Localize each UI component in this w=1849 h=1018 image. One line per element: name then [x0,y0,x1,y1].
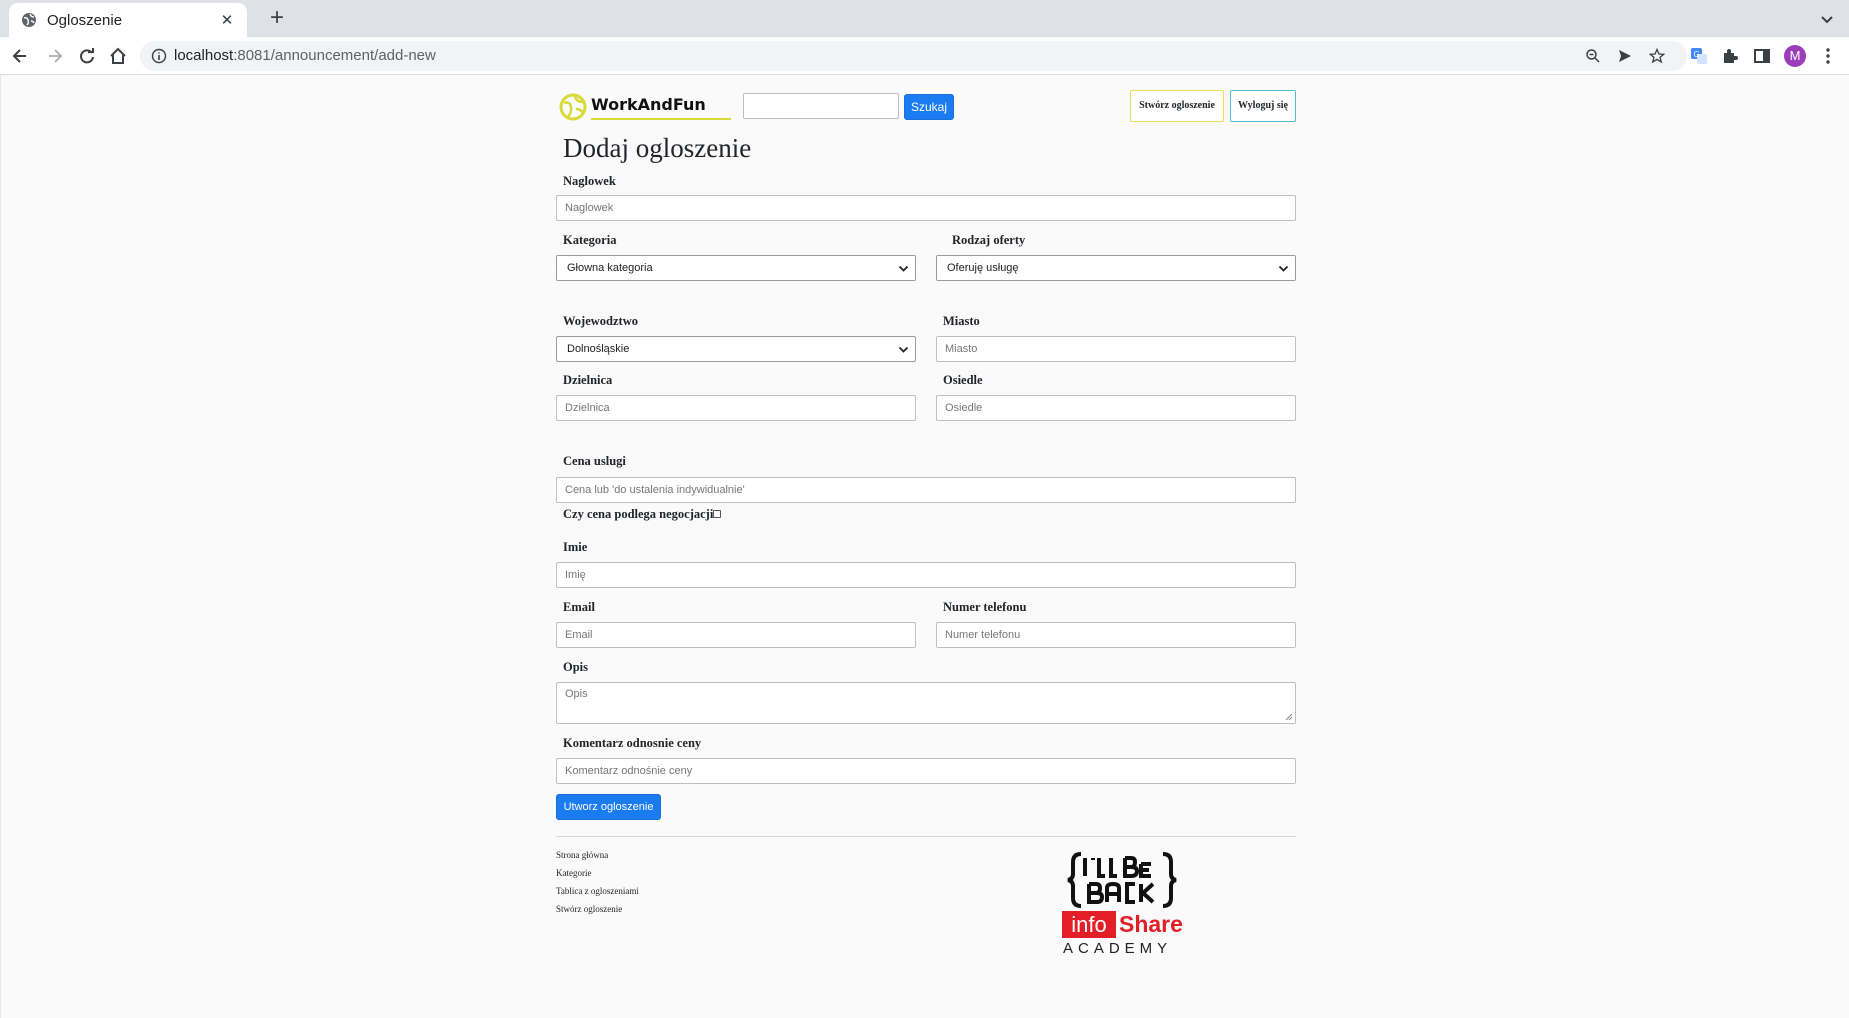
resize-grip-icon[interactable] [1285,713,1293,721]
ill-be-back-logo [1067,852,1177,908]
close-tab-icon[interactable]: ✕ [219,11,235,29]
create-announcement-button[interactable]: Stwórz ogloszenie [1130,90,1224,122]
star-icon[interactable] [1649,48,1665,64]
email-label: Email [563,600,595,614]
price-input[interactable]: Cena lub 'do ustalenia indywidualnie' [556,477,1296,503]
logo-underline [591,118,731,120]
site-info-icon[interactable] [151,48,167,64]
estate-input[interactable]: Osiedle [936,395,1296,421]
voivodeship-label: Wojewodztwo [563,314,638,328]
infoshare-share-text: Share [1119,911,1183,937]
offer-type-select[interactable]: Oferuję usługę [936,255,1296,281]
side-panel-icon[interactable] [1752,46,1772,66]
footer-link-categories[interactable]: Kategorie [556,868,591,878]
headline-label: Naglowek [563,174,616,188]
address-bar[interactable]: localhost:8081/announcement/add-new [140,41,1687,71]
reload-icon[interactable] [77,46,97,66]
chevron-down-icon [898,265,909,272]
globe-icon [22,13,36,27]
infoshare-academy-text: ACADEMY [1063,940,1173,957]
category-label: Kategoria [563,233,617,247]
price-label: Cena uslugi [563,454,626,468]
phone-input[interactable]: Numer telefonu [936,622,1296,648]
home-icon[interactable] [108,46,128,66]
category-selected: Głowna kategoria [567,262,653,274]
new-tab-icon[interactable]: + [263,5,291,33]
infoshare-academy-logo: info Share ACADEMY [1062,911,1192,963]
price-comment-input[interactable]: Komentarz odnośnie ceny [556,758,1296,784]
search-button[interactable]: Szukaj [904,94,954,120]
submit-announcement-button[interactable]: Utworz ogloszenie [556,794,661,820]
email-input[interactable]: Email [556,622,916,648]
zoom-icon[interactable] [1585,48,1601,64]
district-label: Dzielnica [563,373,613,387]
phone-label: Numer telefonu [943,600,1027,614]
url-text: localhost:8081/announcement/add-new [174,47,436,64]
headline-input[interactable]: Naglowek [556,195,1296,221]
logo-text: WorkAndFun [591,95,706,114]
estate-label: Osiedle [943,373,983,387]
browser-toolbar: localhost:8081/announcement/add-new G [0,37,1849,75]
page-content: WorkAndFun Szukaj Stwórz ogloszenie Wylo… [0,75,1849,1018]
infoshare-info-text: info [1062,911,1116,938]
browser-tabstrip: Ogloszenie ✕ + [0,0,1849,37]
chevron-down-icon [898,346,909,353]
extensions-icon[interactable] [1720,46,1740,66]
profile-avatar[interactable]: M [1784,45,1806,67]
description-label: Opis [563,660,589,674]
svg-text:G: G [1694,50,1700,59]
name-input[interactable]: Imię [556,562,1296,588]
logout-button[interactable]: Wyloguj się [1230,90,1296,122]
district-input[interactable]: Dzielnica [556,395,916,421]
city-label: Miasto [943,314,980,328]
offer-type-label: Rodzaj oferty [952,233,1026,247]
chevron-down-icon[interactable] [1817,9,1837,29]
site-logo[interactable]: WorkAndFun [558,92,731,122]
url-path: :8081/announcement/add-new [233,47,436,64]
voivodeship-selected: Dolnośląskie [567,343,630,355]
footer-divider [556,836,1296,837]
chevron-down-icon [1278,265,1289,272]
offer-type-selected: Oferuję usługę [947,262,1019,274]
page-title: Dodaj ogloszenie [563,133,752,163]
translate-icon[interactable]: G [1689,46,1709,66]
back-arrow-icon[interactable] [10,46,30,66]
footer-link-create[interactable]: Stwórz ogloszenie [556,904,622,914]
negotiable-label: Czy cena podlega negocjacji [563,507,714,521]
globe-logo-icon [559,93,587,121]
footer-link-home[interactable]: Strona główna [556,850,608,860]
send-icon[interactable] [1617,48,1633,64]
footer-link-board[interactable]: Tablica z ogloszeniami [556,886,639,896]
more-menu-icon[interactable] [1818,46,1838,66]
search-input[interactable] [743,93,899,119]
forward-arrow-icon[interactable] [45,46,65,66]
name-label: Imie [563,540,588,554]
browser-tab[interactable]: Ogloszenie ✕ [9,3,247,37]
city-input[interactable]: Miasto [936,336,1296,362]
price-comment-label: Komentarz odnosnie ceny [563,736,702,750]
tab-title: Ogloszenie [47,11,123,29]
description-placeholder: Opis [565,688,588,700]
negotiable-checkbox[interactable] [713,510,721,518]
category-select[interactable]: Głowna kategoria [556,255,916,281]
url-host: localhost [174,47,234,64]
voivodeship-select[interactable]: Dolnośląskie [556,336,916,362]
description-textarea[interactable]: Opis [556,682,1296,724]
